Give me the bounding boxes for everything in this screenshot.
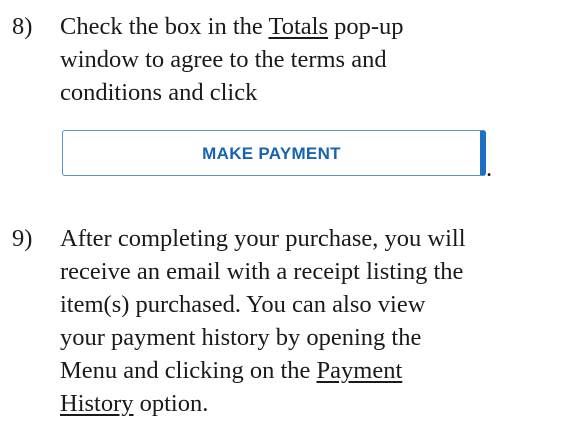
step-9-line-5: Menu and clicking on the Payment <box>60 354 560 387</box>
step-9-line-1: After completing your purchase, you will <box>60 225 466 252</box>
step-8-line-2: window to agree to the terms and <box>60 46 387 73</box>
step-8-text: Check the box in the Totals pop-up windo… <box>60 10 560 109</box>
totals-link: Totals <box>268 13 328 40</box>
step-8-line-1-tail: pop-up <box>327 13 404 40</box>
step-9-line-6-tail: option. <box>133 390 209 417</box>
step-9-line-2: receive an email with a receipt listing … <box>60 258 464 285</box>
step-9-line-4: your payment history by opening the <box>60 324 422 351</box>
payment-history-link-part-2: History <box>60 390 134 417</box>
step-number: 8) <box>12 13 33 40</box>
step-9-text: After completing your purchase, you will… <box>60 222 560 420</box>
payment-history-link-part-1: Payment <box>316 357 403 384</box>
step-number: 9) <box>12 225 33 252</box>
step-8-line-1-text: Check the box in the <box>60 13 269 40</box>
step-9-line-3: item(s) purchased. You can also view <box>60 291 426 318</box>
step-9-line-5-text: Menu and clicking on the <box>60 357 317 384</box>
make-payment-button[interactable]: MAKE PAYMENT <box>62 130 486 176</box>
step-9-line-6: History option. <box>60 387 560 420</box>
step-8-line-3: conditions and click <box>60 79 258 106</box>
trailing-period: . <box>486 155 493 182</box>
step-8-line-1: Check the box in the Totals pop-up <box>60 10 560 43</box>
step-9: 9) After completing your purchase, you w… <box>0 222 571 422</box>
step-8: 8) Check the box in the Totals pop-up wi… <box>0 10 571 200</box>
make-payment-button-wrap: MAKE PAYMENT . <box>62 130 494 182</box>
